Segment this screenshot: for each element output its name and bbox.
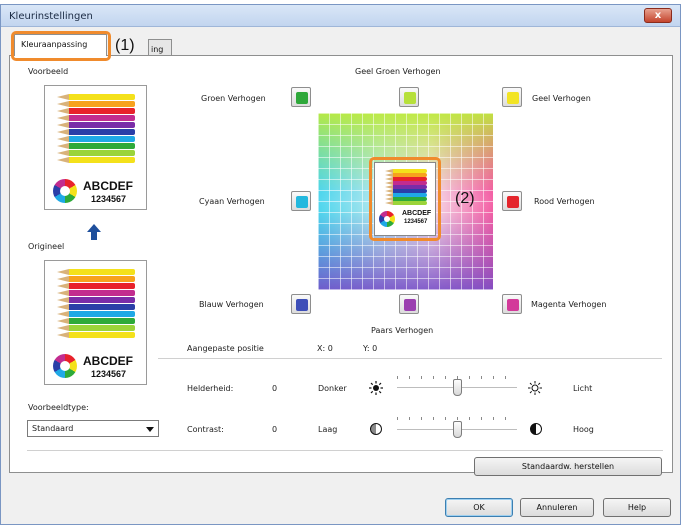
purple-increase-button[interactable]: [399, 294, 419, 314]
contrast-low-label: Laag: [318, 425, 338, 434]
pencils-icon: [57, 269, 137, 349]
brightness-label: Helderheid:: [187, 384, 234, 393]
green-increase-button[interactable]: [291, 87, 311, 107]
dark-sun-icon: [369, 381, 383, 395]
help-button[interactable]: Help: [603, 498, 671, 517]
magenta-increase-button[interactable]: [502, 294, 522, 314]
blue-swatch-icon: [296, 299, 308, 311]
preview-type-label: Voorbeeldtype:: [28, 403, 89, 412]
thumb-sample-number: 1234567: [404, 219, 428, 225]
green-increase-label: Groen Verhogen: [201, 94, 266, 103]
cyan-increase-button[interactable]: [291, 191, 311, 211]
ok-button[interactable]: OK: [445, 498, 513, 517]
original-label: Origineel: [28, 242, 65, 251]
original-sample-number: 1234567: [91, 369, 127, 379]
preview-image: ABCDEF 1234567: [44, 85, 147, 210]
window-title: Kleurinstellingen: [9, 11, 93, 22]
title-bar: Kleurinstellingen x: [1, 5, 680, 27]
magenta-swatch-icon: [507, 299, 519, 311]
position-x: X: 0: [317, 344, 333, 353]
brightness-slider-thumb[interactable]: [453, 379, 462, 396]
divider: [158, 358, 662, 359]
callout-label-2: (2): [455, 190, 475, 207]
yellow-increase-button[interactable]: [502, 87, 522, 107]
brightness-high-label: Licht: [573, 384, 593, 393]
yellow-green-increase-button[interactable]: [399, 87, 419, 107]
yellow-green-swatch-icon: [404, 92, 416, 104]
original-sample-text: ABCDEF: [83, 354, 133, 368]
tab-color-adjustment[interactable]: Kleuraanpassing: [14, 34, 107, 56]
cyan-swatch-icon: [296, 196, 308, 208]
yellow-swatch-icon: [507, 92, 519, 104]
brightness-value: 0: [272, 384, 278, 393]
color-wheel-icon: [53, 354, 77, 378]
low-contrast-icon: [370, 423, 382, 435]
red-increase-label: Rood Verhogen: [534, 197, 595, 206]
purple-swatch-icon: [404, 299, 416, 311]
blue-increase-label: Blauw Verhogen: [199, 300, 264, 309]
divider: [27, 450, 663, 451]
contrast-label: Contrast:: [187, 425, 224, 434]
contrast-slider-thumb[interactable]: [453, 421, 462, 438]
chevron-down-icon: [146, 427, 154, 432]
close-button[interactable]: x: [644, 8, 672, 23]
brightness-low-label: Donker: [318, 384, 347, 393]
purple-increase-label: Paars Verhogen: [371, 326, 434, 335]
cyan-increase-label: Cyaan Verhogen: [199, 197, 265, 206]
green-swatch-icon: [296, 92, 308, 104]
contrast-value: 0: [272, 425, 278, 434]
pencils-icon: [57, 94, 137, 174]
color-wheel-icon: [379, 211, 395, 227]
color-wheel-icon: [53, 179, 77, 203]
preview-sample-number: 1234567: [91, 194, 127, 204]
restore-defaults-button[interactable]: Standaardw. herstellen: [474, 457, 662, 476]
yellow-increase-label: Geel Verhogen: [532, 94, 591, 103]
position-label: Aangepaste positie: [187, 344, 264, 353]
magenta-increase-label: Magenta Verhogen: [531, 300, 607, 309]
contrast-high-label: Hoog: [573, 425, 594, 434]
callout-label-1: (1): [115, 37, 135, 54]
original-image: ABCDEF 1234567: [44, 260, 147, 385]
thumb-sample-text: ABCDEF: [402, 210, 432, 217]
pencils-icon: [385, 169, 429, 209]
cancel-button[interactable]: Annuleren: [520, 498, 594, 517]
blue-increase-button[interactable]: [291, 294, 311, 314]
preview-label: Voorbeeld: [28, 67, 69, 76]
red-increase-button[interactable]: [502, 191, 522, 211]
position-y: Y: 0: [363, 344, 378, 353]
high-contrast-icon: [530, 423, 542, 435]
light-sun-icon: [528, 381, 542, 395]
yellow-green-increase-label: Geel Groen Verhogen: [355, 67, 441, 76]
preview-sample-text: ABCDEF: [83, 179, 133, 193]
preview-type-value: Standaard: [32, 424, 74, 433]
red-swatch-icon: [507, 196, 519, 208]
preview-type-select[interactable]: Standaard: [27, 420, 159, 437]
contrast-ticks: [397, 417, 517, 420]
center-preview-thumbnail: ABCDEF 1234567: [374, 162, 436, 236]
arrow-up-icon: [87, 224, 101, 240]
